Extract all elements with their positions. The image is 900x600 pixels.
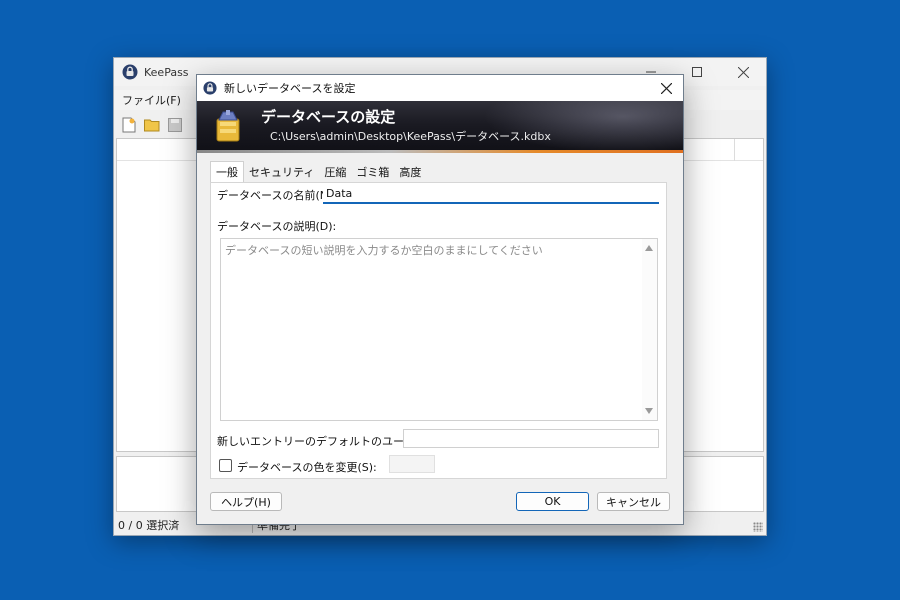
help-button[interactable]: ヘルプ(H) bbox=[210, 492, 282, 511]
database-settings-dialog: 新しいデータベースを設定 データベースの設定 C:\Users\admin\De… bbox=[196, 74, 684, 525]
color-picker-button[interactable] bbox=[389, 455, 435, 473]
close-icon[interactable] bbox=[649, 75, 683, 101]
dialog-title: 新しいデータベースを設定 bbox=[224, 82, 356, 95]
general-tab-panel: データベースの名前(N): データベースの説明(D): データベースの短い説明を… bbox=[210, 182, 667, 479]
banner-title: データベースの設定 bbox=[261, 108, 396, 126]
description-placeholder: データベースの短い説明を入力するか空白のままにしてください bbox=[225, 244, 543, 257]
description-textarea[interactable]: データベースの短い説明を入力するか空白のままにしてください bbox=[220, 238, 658, 421]
menu-file[interactable]: ファイル(F) bbox=[114, 92, 189, 108]
database-settings-icon bbox=[216, 110, 240, 142]
main-window-title: KeePass bbox=[144, 65, 189, 79]
tab-compression[interactable]: 圧縮 bbox=[319, 162, 351, 182]
tab-advanced[interactable]: 高度 bbox=[394, 162, 426, 182]
description-label: データベースの説明(D): bbox=[217, 220, 337, 233]
default-username-input[interactable] bbox=[403, 429, 659, 448]
database-path: C:\Users\admin\Desktop\KeePass\データベース.kd… bbox=[270, 130, 551, 143]
banner-accent-strip bbox=[197, 150, 683, 153]
dialog-banner: データベースの設定 C:\Users\admin\Desktop\KeePass… bbox=[197, 101, 683, 153]
scroll-up-icon[interactable] bbox=[645, 245, 653, 251]
new-database-icon[interactable] bbox=[120, 116, 138, 134]
database-name-label: データベースの名前(N): bbox=[217, 189, 336, 202]
description-scrollbar[interactable] bbox=[642, 239, 657, 420]
tab-general[interactable]: 一般 bbox=[210, 161, 244, 182]
open-folder-icon[interactable] bbox=[143, 116, 161, 134]
ok-button[interactable]: OK bbox=[516, 492, 589, 511]
close-icon[interactable] bbox=[720, 58, 766, 86]
keepass-lock-icon bbox=[122, 64, 138, 80]
change-color-label: データベースの色を変更(S): bbox=[237, 461, 377, 474]
save-icon[interactable] bbox=[166, 116, 184, 134]
tab-bar: 一般 セキュリティ 圧縮 ゴミ箱 高度 bbox=[210, 161, 426, 182]
scroll-down-icon[interactable] bbox=[645, 408, 653, 414]
database-name-input[interactable] bbox=[323, 185, 659, 204]
dialog-titlebar: 新しいデータベースを設定 bbox=[197, 75, 683, 101]
column-divider bbox=[734, 139, 735, 161]
resize-grip[interactable] bbox=[753, 522, 763, 532]
lock-icon bbox=[203, 81, 217, 95]
cancel-button[interactable]: キャンセル bbox=[597, 492, 670, 511]
tab-recycle-bin[interactable]: ゴミ箱 bbox=[351, 162, 394, 182]
change-color-checkbox[interactable] bbox=[219, 459, 232, 472]
tab-security[interactable]: セキュリティ bbox=[244, 162, 319, 182]
